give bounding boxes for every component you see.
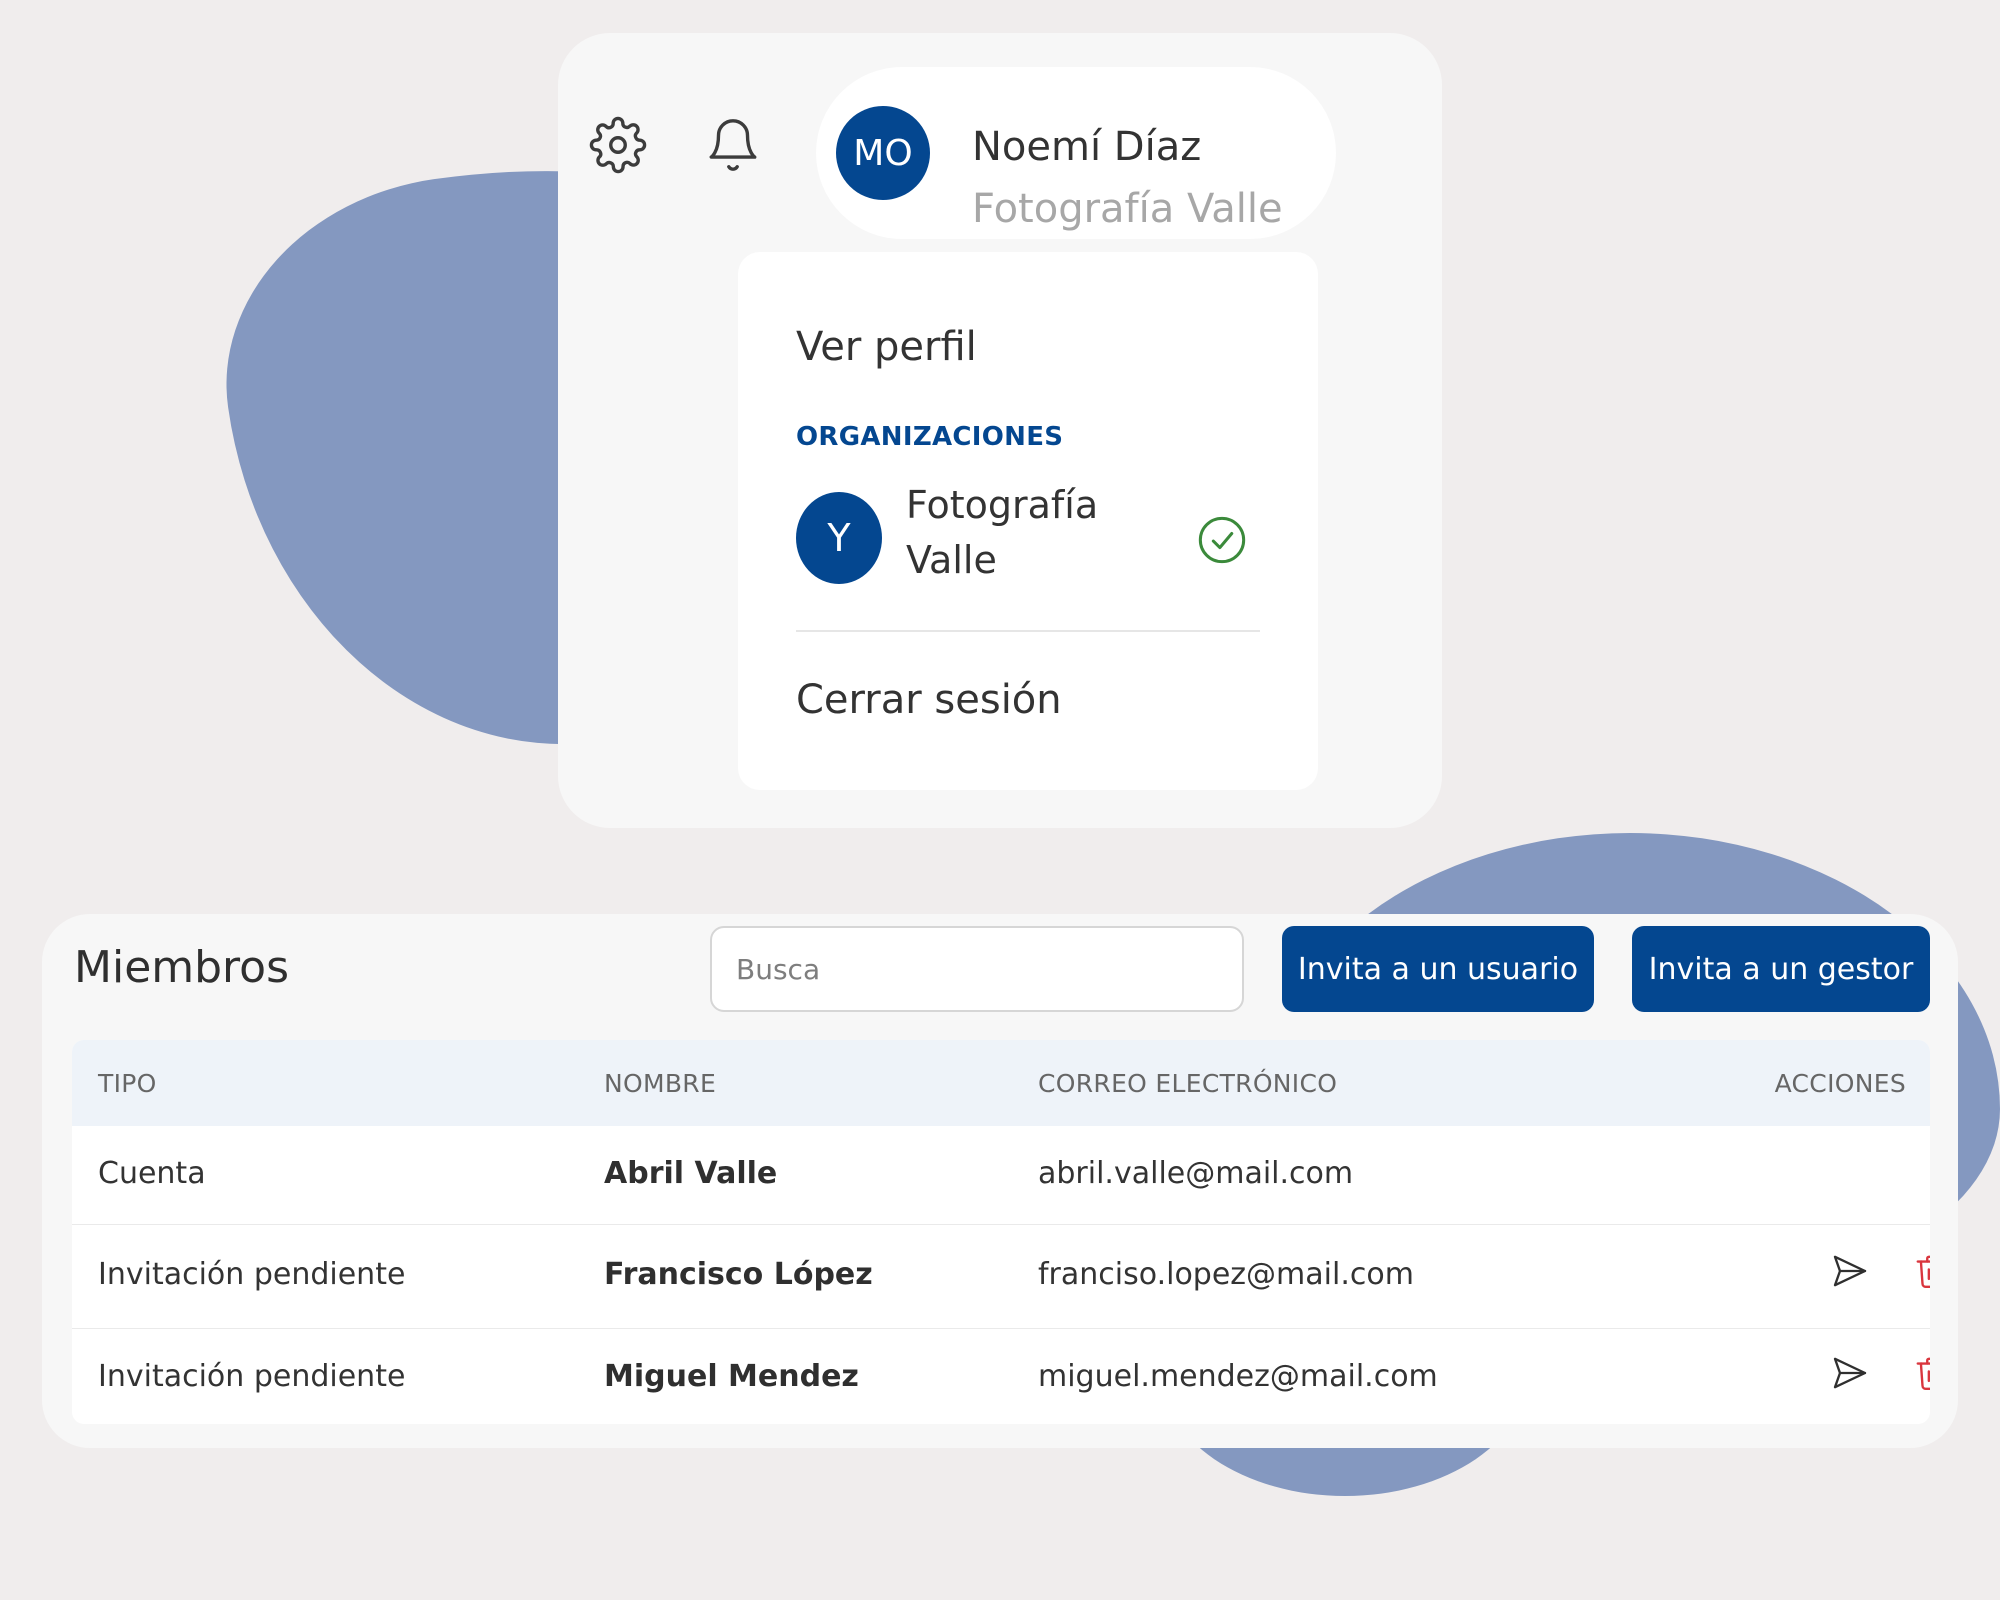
user-organization: Fotografía Valle (972, 186, 1283, 232)
cell-name: Miguel Mendez (604, 1359, 859, 1394)
send-icon[interactable] (1826, 1247, 1874, 1295)
cell-type: Invitación pendiente (98, 1257, 406, 1292)
organization-name: Fotografía Valle (906, 483, 1099, 582)
menu-divider (796, 630, 1260, 632)
organization-item[interactable]: Y Fotografía Valle (796, 478, 1266, 598)
column-header-actions: ACCIONES (1774, 1069, 1906, 1098)
user-dropdown-menu: Ver perfil ORGANIZACIONES Y Fotografía V… (738, 252, 1318, 790)
logout-item[interactable]: Cerrar sesión (796, 677, 1062, 723)
members-table: TIPO NOMBRE CORREO ELECTRÓNICO ACCIONES … (72, 1040, 1930, 1424)
cell-email: franciso.lopez@mail.com (1038, 1257, 1414, 1292)
check-circle-icon (1196, 514, 1248, 570)
user-name: Noemí Díaz (972, 124, 1202, 170)
user-avatar: MO (836, 106, 930, 200)
column-header-type: TIPO (98, 1069, 157, 1098)
cell-name: Abril Valle (604, 1156, 778, 1191)
organization-avatar: Y (796, 492, 882, 584)
cell-email: miguel.mendez@mail.com (1038, 1359, 1438, 1394)
gear-icon[interactable] (588, 115, 648, 175)
invite-user-button[interactable]: Invita a un usuario (1282, 926, 1594, 1012)
cell-email: abril.valle@mail.com (1038, 1156, 1354, 1191)
table-header: TIPO NOMBRE CORREO ELECTRÓNICO ACCIONES (72, 1040, 1930, 1126)
account-card: MO Noemí Díaz Fotografía Valle Ver perfi… (558, 33, 1442, 828)
column-header-email: CORREO ELECTRÓNICO (1038, 1069, 1338, 1098)
table-row: Cuenta Abril Valle abril.valle@mail.com (72, 1126, 1930, 1224)
cell-name: Francisco López (604, 1257, 873, 1292)
trash-icon[interactable] (1908, 1247, 1930, 1295)
view-profile-item[interactable]: Ver perfil (796, 324, 977, 370)
bell-icon[interactable] (703, 115, 763, 175)
trash-icon[interactable] (1908, 1349, 1930, 1397)
cell-type: Invitación pendiente (98, 1359, 406, 1394)
page-title: Miembros (74, 942, 290, 993)
invite-manager-button[interactable]: Invita a un gestor (1632, 926, 1930, 1012)
members-panel: Miembros Invita a un usuario Invita a un… (42, 914, 1958, 1448)
send-icon[interactable] (1826, 1349, 1874, 1397)
organizations-heading: ORGANIZACIONES (796, 422, 1064, 452)
search-input[interactable] (710, 926, 1244, 1012)
cell-type: Cuenta (98, 1156, 206, 1191)
table-row: Invitación pendiente Miguel Mendez migue… (72, 1328, 1930, 1424)
column-header-name: NOMBRE (604, 1069, 717, 1098)
user-menu-toggle[interactable]: MO Noemí Díaz Fotografía Valle (816, 67, 1336, 239)
table-row: Invitación pendiente Francisco López fra… (72, 1224, 1930, 1329)
